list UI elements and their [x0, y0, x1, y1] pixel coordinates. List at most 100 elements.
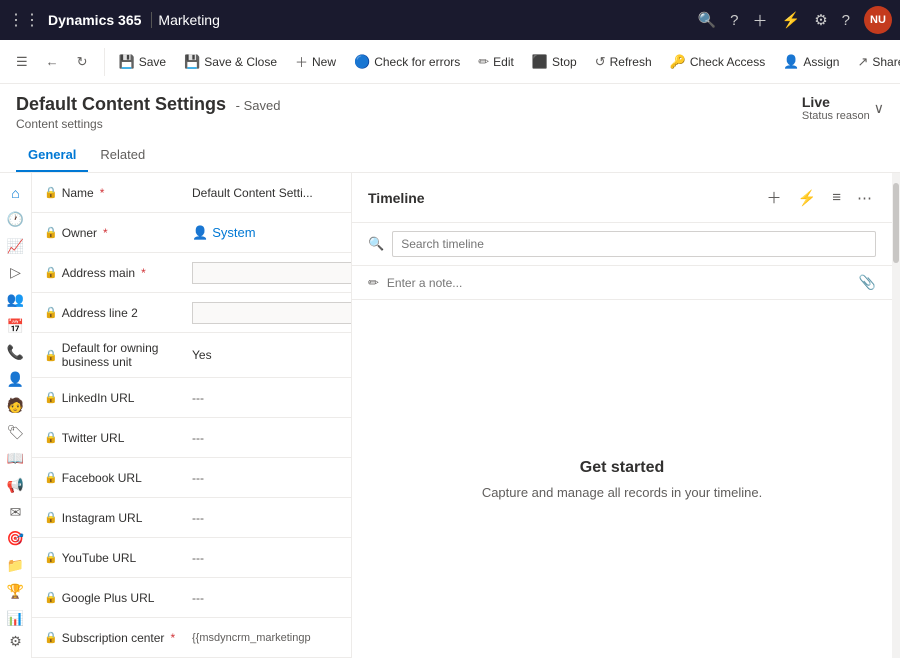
lock-icon-sc: 🔒 — [44, 631, 58, 644]
search-icon[interactable]: 🔍 — [697, 11, 716, 29]
field-name-value[interactable]: Default Content Setti... — [192, 186, 339, 200]
lock-icon-addr2: 🔒 — [44, 306, 58, 319]
nav-play-icon[interactable]: ▷ — [2, 261, 30, 286]
nav-tag-icon[interactable]: 🏷 — [2, 420, 30, 445]
attachment-icon[interactable]: 📎 — [859, 274, 876, 291]
timeline-note-row: ✏ 📎 — [352, 266, 892, 300]
save-icon: 💾 — [119, 54, 135, 70]
nav-mail-icon[interactable]: ✉ — [2, 500, 30, 525]
timeline-add-button[interactable]: ＋ — [763, 185, 786, 210]
nav-contact-icon[interactable]: 👤 — [2, 367, 30, 392]
nav-home-icon[interactable]: ⌂ — [2, 181, 30, 206]
nav-calendar-icon[interactable]: 📅 — [2, 314, 30, 339]
check-access-button[interactable]: 🔑 Check Access — [662, 48, 774, 76]
page-header: Default Content Settings - Saved Content… — [0, 84, 900, 173]
person-icon: 👤 — [192, 225, 208, 241]
status-area[interactable]: Live Status reason ∨ — [802, 94, 884, 122]
field-name-label: 🔒 Name * — [44, 186, 192, 200]
share-button[interactable]: ↗ Share — [849, 48, 900, 76]
field-address-line2-input[interactable] — [192, 302, 352, 324]
lock-icon-li: 🔒 — [44, 391, 58, 404]
field-default-bu-label: 🔒 Default for owning business unit — [44, 341, 192, 369]
lock-icon-ig: 🔒 — [44, 511, 58, 524]
nav-target-icon[interactable]: 🎯 — [2, 526, 30, 551]
lock-icon-bu: 🔒 — [44, 349, 58, 362]
nav-analytics-icon[interactable]: 📊 — [2, 606, 30, 631]
field-facebook: 🔒 Facebook URL --- — [32, 458, 351, 498]
note-input[interactable] — [387, 276, 851, 290]
module-name: Marketing — [158, 12, 219, 28]
nav-phone-icon[interactable]: 📞 — [2, 340, 30, 365]
question-icon[interactable]: ? — [842, 12, 850, 29]
page-title: Default Content Settings — [16, 94, 226, 114]
help-icon[interactable]: ? — [730, 12, 738, 29]
tab-general[interactable]: General — [16, 139, 88, 172]
nav-chart-icon[interactable]: 📈 — [2, 234, 30, 259]
timeline-list-button[interactable]: ≡ — [828, 187, 845, 208]
page-title-area: Default Content Settings - Saved Content… — [16, 94, 280, 131]
nav-recent-icon[interactable]: 🕐 — [2, 208, 30, 233]
assign-icon: 👤 — [783, 54, 799, 70]
nav-person-icon[interactable]: 🧑 — [2, 394, 30, 419]
lock-icon-fb: 🔒 — [44, 471, 58, 484]
forward-button[interactable]: ↻ — [69, 48, 96, 76]
app-grid-icon[interactable]: ⋮⋮ — [8, 10, 40, 30]
timeline-filter-button[interactable]: ⚡ — [794, 187, 821, 209]
nav-megaphone-icon[interactable]: 📢 — [2, 473, 30, 498]
field-owner-label: 🔒 Owner * — [44, 226, 192, 240]
refresh-button[interactable]: ↺ Refresh — [587, 48, 660, 76]
check-errors-button[interactable]: 🔵 Check for errors — [346, 48, 468, 76]
field-address-main-input[interactable] — [192, 262, 352, 284]
assign-button[interactable]: 👤 Assign — [775, 48, 847, 76]
edit-button[interactable]: ✏ Edit — [470, 48, 522, 76]
filter-icon[interactable]: ⚡ — [782, 11, 801, 29]
nav-settings-icon[interactable]: ⚙ — [2, 633, 30, 658]
timeline-search-input[interactable] — [392, 231, 876, 257]
timeline-more-button[interactable]: ⋯ — [853, 187, 876, 209]
nav-group-icon[interactable]: 👥 — [2, 287, 30, 312]
field-address-line2: 🔒 Address line 2 — [32, 293, 351, 333]
field-twitter-value[interactable]: --- — [192, 431, 339, 445]
field-linkedin-value[interactable]: --- — [192, 391, 339, 405]
timeline-search-bar: 🔍 — [352, 223, 892, 266]
field-instagram-value[interactable]: --- — [192, 511, 339, 525]
field-address-line2-label: 🔒 Address line 2 — [44, 306, 192, 320]
nav-book-icon[interactable]: 📖 — [2, 447, 30, 472]
new-button[interactable]: ＋ New — [287, 46, 344, 77]
settings-icon[interactable]: ⚙ — [814, 11, 827, 29]
field-instagram-label: 🔒 Instagram URL — [44, 511, 192, 525]
left-navigation: ⌂ 🕐 📈 ▷ 👥 📅 📞 👤 🧑 🏷 📖 📢 ✉ 🎯 📁 🏆 📊 ⚙ — [0, 173, 32, 658]
top-nav-right: 🔍 ? ＋ ⚡ ⚙ ? NU — [697, 6, 892, 34]
field-subscription-center-value[interactable]: {{msdyncrm_marketingp — [192, 632, 339, 644]
scrollbar-track[interactable] — [892, 173, 900, 658]
field-default-business-unit: 🔒 Default for owning business unit Yes — [32, 333, 351, 378]
field-googleplus-value[interactable]: --- — [192, 591, 339, 605]
nav-menu-button[interactable]: ☰ — [8, 48, 36, 76]
brand-name[interactable]: Dynamics 365 — [48, 12, 152, 28]
field-youtube: 🔒 YouTube URL --- — [32, 538, 351, 578]
timeline-panel: Timeline ＋ ⚡ ≡ ⋯ 🔍 ✏ 📎 Get started Captu… — [352, 173, 892, 658]
refresh-icon: ↺ — [595, 54, 606, 70]
field-owner-value[interactable]: 👤 System — [192, 225, 256, 241]
share-icon: ↗ — [857, 54, 868, 70]
lock-icon-gp: 🔒 — [44, 591, 58, 604]
tab-related[interactable]: Related — [88, 139, 157, 172]
user-avatar[interactable]: NU — [864, 6, 892, 34]
save-close-button[interactable]: 💾 Save & Close — [176, 48, 285, 76]
field-linkedin: 🔒 LinkedIn URL --- — [32, 378, 351, 418]
timeline-empty-title: Get started — [580, 459, 664, 477]
nav-award-icon[interactable]: 🏆 — [2, 579, 30, 604]
field-youtube-label: 🔒 YouTube URL — [44, 551, 192, 565]
form-panel: 🔒 Name * Default Content Setti... 🔒 Owne… — [32, 173, 352, 658]
add-icon[interactable]: ＋ — [753, 10, 768, 31]
field-youtube-value[interactable]: --- — [192, 551, 339, 565]
field-default-bu-value[interactable]: Yes — [192, 348, 339, 362]
stop-button[interactable]: ⬛ Stop — [524, 48, 585, 76]
scrollbar-thumb[interactable] — [893, 183, 899, 263]
field-facebook-value[interactable]: --- — [192, 471, 339, 485]
save-button[interactable]: 💾 Save — [111, 48, 175, 76]
cmd-nav-left: ☰ ← ↻ — [8, 48, 105, 76]
back-button[interactable]: ← — [38, 48, 67, 75]
top-navigation: ⋮⋮ Dynamics 365 Marketing 🔍 ? ＋ ⚡ ⚙ ? NU — [0, 0, 900, 40]
nav-folder-icon[interactable]: 📁 — [2, 553, 30, 578]
